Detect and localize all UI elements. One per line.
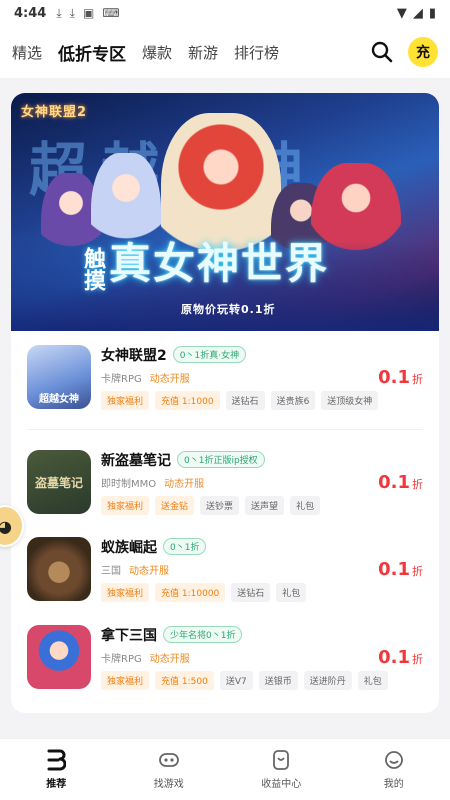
game-name: 新盗墓笔记: [101, 452, 171, 469]
status-time: 4:44: [14, 5, 47, 21]
game-tag: 送钻石: [225, 390, 265, 410]
app-a-icon: ▣: [82, 6, 95, 20]
game-highlight-badge: 0丶1折真·女神: [172, 346, 247, 363]
top-nav: 精选 低折专区 爆款 新游 排行榜 充: [0, 26, 450, 78]
nav-label: 收益中心: [261, 779, 302, 790]
game-info: 女神联盟2 0丶1折真·女神 卡牌RPG 动态开服 独家福利 充值 1:1000 …: [101, 345, 379, 410]
game-tag: 送V7: [219, 670, 253, 690]
game-icon-text: 超越女神: [39, 394, 79, 405]
game-name: 女神联盟2: [101, 347, 167, 364]
game-tag: 送钻石: [231, 582, 271, 602]
download-icon: ⤓: [69, 5, 75, 20]
game-tag: 独家福利: [101, 495, 150, 515]
game-genre: 卡牌RPG: [101, 653, 142, 665]
game-tag: 送声望: [245, 495, 285, 515]
game-genre: 卡牌RPG: [101, 373, 142, 385]
game-highlight-badge: 0丶1折正版ip授权: [177, 451, 265, 468]
gamepad-icon: [158, 749, 180, 771]
game-item[interactable]: 超越女神 女神联盟2 0丶1折真·女神 卡牌RPG 动态开服 独家福利 充值 1:…: [11, 333, 439, 421]
game-icon: [27, 537, 91, 601]
game-tag: 礼包: [276, 582, 307, 602]
discount-zone-card: 女神联盟2 超越女神 触摸 真女神世界 原物价玩转0.1折 超越女神 女神联盟2…: [11, 93, 439, 713]
game-discount: 0.1 折: [378, 558, 423, 580]
game-icon: [27, 625, 91, 689]
game-highlight-badge: 0丶1折: [163, 538, 207, 555]
game-genre: 三国: [101, 565, 121, 577]
game-item[interactable]: 拿下三国 少年名将0丶1折 卡牌RPG 动态开服 独家福利 充值 1:500 送V…: [11, 613, 439, 701]
game-tag: 独家福利: [101, 582, 150, 602]
game-tag: 充值 1:1000: [155, 390, 220, 410]
divider: [27, 429, 423, 430]
nav-recommend[interactable]: 推荐: [0, 739, 113, 800]
game-tag: 充值 1:500: [155, 670, 214, 690]
wallet-icon: [270, 749, 292, 771]
wifi-icon: ▼: [396, 5, 407, 21]
game-tag: 送进阶丹: [303, 670, 352, 690]
game-tag: 送钞票: [200, 495, 240, 515]
keyboard-icon: ⌨: [102, 6, 120, 20]
game-genre: 即时制MMO: [101, 478, 157, 490]
game-item[interactable]: 盗墓笔记 新盗墓笔记 0丶1折正版ip授权 即时制MMO 动态开服 独家福利 送金…: [11, 438, 439, 526]
banner-headline-side: 触摸: [80, 247, 105, 291]
home-b-icon: [45, 749, 67, 771]
game-name: 蚁族崛起: [101, 539, 157, 556]
banner-subline: 原物价玩转0.1折: [181, 303, 276, 316]
search-icon[interactable]: [368, 38, 396, 66]
game-server: 动态开服: [149, 373, 190, 385]
banner-logo: 女神联盟2: [21, 105, 88, 120]
game-server: 动态开服: [149, 653, 190, 665]
game-tag: 独家福利: [101, 390, 150, 410]
profile-icon: [383, 749, 405, 771]
game-discount: 0.1 折: [378, 471, 423, 493]
game-server: 动态开服: [164, 478, 205, 490]
bottom-nav: 推荐 找游戏 收益中心 我的: [0, 738, 450, 800]
nav-profile[interactable]: 我的: [338, 739, 450, 800]
status-bar: 4:44 ⤓ ⤓ ▣ ⌨ ▼ ◢ ▮: [0, 0, 450, 26]
game-tag: 送顶级女神: [321, 390, 379, 410]
tab-rankings[interactable]: 排行榜: [234, 42, 279, 63]
nav-label: 推荐: [46, 779, 67, 790]
game-tag: 礼包: [357, 670, 388, 690]
game-info: 拿下三国 少年名将0丶1折 卡牌RPG 动态开服 独家福利 充值 1:500 送V…: [101, 625, 388, 690]
tab-new-games[interactable]: 新游: [188, 42, 218, 63]
game-tags: 独家福利 送金钻 送钞票 送声望 礼包: [101, 495, 372, 515]
recharge-button[interactable]: 充: [408, 37, 438, 67]
nav-find-games[interactable]: 找游戏: [113, 739, 226, 800]
game-tag: 礼包: [290, 495, 321, 515]
battery-icon: ▮: [428, 5, 436, 21]
game-tag: 送贵族6: [270, 390, 316, 410]
game-icon-text: 盗墓笔记: [34, 475, 83, 490]
game-discount: 0.1 折: [378, 646, 423, 668]
game-icon: 超越女神: [27, 345, 91, 409]
game-tag: 独家福利: [101, 670, 150, 690]
game-tag: 送银币: [258, 670, 298, 690]
signal-icon: ◢: [412, 5, 423, 21]
nav-label: 找游戏: [153, 779, 184, 790]
banner-headline: 触摸 真女神世界: [80, 230, 330, 291]
promo-banner[interactable]: 女神联盟2 超越女神 触摸 真女神世界 原物价玩转0.1折: [11, 93, 439, 331]
nav-label: 我的: [383, 779, 404, 790]
download-icon: ⤓: [56, 5, 62, 20]
game-info: 蚁族崛起 0丶1折 三国 动态开服 独家福利 充值 1:10000 送钻石 礼包: [101, 537, 372, 602]
mascot-icon: ◕: [0, 516, 12, 536]
tab-featured[interactable]: 精选: [12, 42, 42, 63]
game-discount: 0.1 折: [378, 366, 423, 388]
game-tag: 送金钻: [155, 495, 195, 515]
status-notification-icons: ⤓ ⤓ ▣ ⌨: [56, 6, 119, 21]
game-icon: 盗墓笔记: [27, 450, 91, 514]
game-server: 动态开服: [129, 565, 169, 577]
tab-low-discount[interactable]: 低折专区: [58, 40, 126, 65]
game-item[interactable]: 蚁族崛起 0丶1折 三国 动态开服 独家福利 充值 1:10000 送钻石 礼包 …: [11, 525, 439, 613]
game-tag: 充值 1:10000: [155, 582, 226, 602]
game-highlight-badge: 少年名将0丶1折: [163, 626, 243, 643]
game-info: 新盗墓笔记 0丶1折正版ip授权 即时制MMO 动态开服 独家福利 送金钻 送钞票…: [101, 450, 372, 515]
game-tags: 独家福利 充值 1:10000 送钻石 礼包: [101, 582, 372, 602]
banner-headline-main: 真女神世界: [109, 239, 330, 288]
game-tags: 独家福利 充值 1:500 送V7 送银币 送进阶丹 礼包: [101, 670, 388, 690]
nav-earnings[interactable]: 收益中心: [225, 739, 338, 800]
game-tags: 独家福利 充值 1:1000 送钻石 送贵族6 送顶级女神: [101, 390, 379, 410]
tab-hot[interactable]: 爆款: [142, 42, 172, 63]
game-name: 拿下三国: [101, 627, 157, 644]
